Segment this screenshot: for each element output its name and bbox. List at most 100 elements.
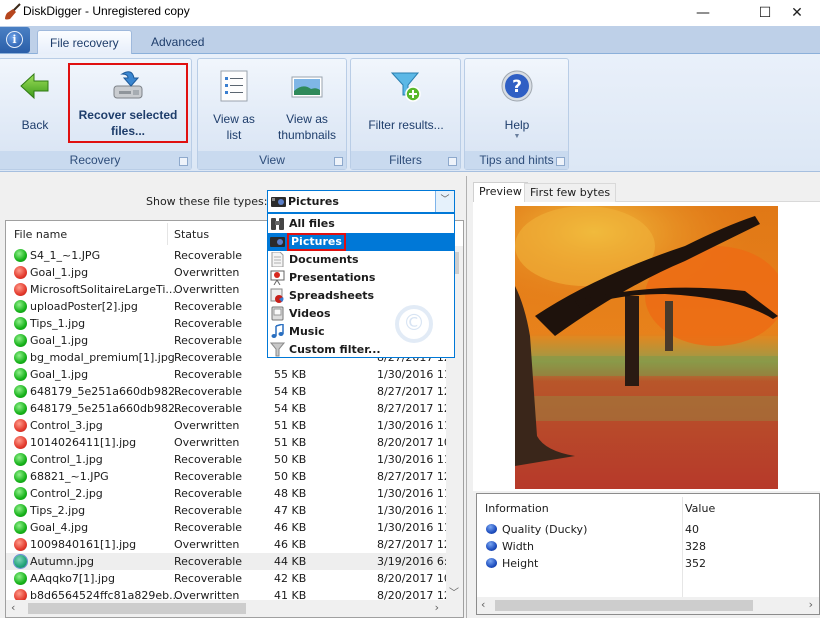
file-row[interactable]: 68821_~1.JPG Recoverable 50 KB 8/27/2017 12… bbox=[6, 468, 446, 485]
binoculars-icon bbox=[271, 218, 284, 230]
dialog-launcher-icon[interactable] bbox=[179, 157, 188, 166]
scroll-left-icon[interactable]: ‹ bbox=[481, 598, 485, 611]
preview-image bbox=[515, 206, 778, 489]
file-status: Recoverable bbox=[174, 555, 243, 568]
thumbnail-view-icon bbox=[291, 76, 323, 98]
help-dropdown-arrow-icon: ▼ bbox=[513, 133, 521, 140]
file-row[interactable]: Control_1.jpg Recoverable 50 KB 1/30/2016 1… bbox=[6, 451, 446, 468]
file-status: Recoverable bbox=[174, 504, 243, 517]
recoverable-status-icon bbox=[14, 555, 27, 568]
funnel-add-icon bbox=[390, 72, 421, 102]
recoverable-status-icon bbox=[14, 572, 27, 585]
scrollbar-thumb[interactable] bbox=[28, 603, 246, 614]
back-button[interactable]: Back bbox=[7, 59, 63, 151]
file-size: 50 KB bbox=[274, 470, 307, 483]
file-status: Recoverable bbox=[174, 385, 243, 398]
dropdown-option-custom-filter[interactable]: Custom filter... bbox=[268, 341, 454, 359]
file-row[interactable]: Tips_2.jpg Recoverable 47 KB 1/30/2016 11: bbox=[6, 502, 446, 519]
dropdown-option-videos[interactable]: Videos bbox=[268, 305, 454, 323]
tab-file-recovery[interactable]: File recovery bbox=[37, 30, 132, 55]
column-header-status[interactable]: Status bbox=[174, 228, 209, 241]
file-row[interactable]: 1009840161[1].jpg Overwritten 46 KB 8/27/20… bbox=[6, 536, 446, 553]
ribbon-group-filters: Filter results... Filters bbox=[350, 58, 461, 170]
file-status: Overwritten bbox=[174, 283, 240, 296]
filter-results-button[interactable]: Filter results... bbox=[355, 59, 457, 151]
file-type-dropdown-list: All files Pictures Documents Presentatio… bbox=[267, 213, 455, 358]
column-header-file-name[interactable]: File name bbox=[14, 228, 67, 241]
recoverable-status-icon bbox=[14, 368, 27, 381]
file-list-horizontal-scrollbar[interactable]: ‹ › bbox=[6, 600, 463, 617]
help-button[interactable]: ? Help ▼ bbox=[469, 59, 565, 151]
dialog-launcher-icon[interactable] bbox=[448, 157, 457, 166]
app-menu-button[interactable]: i bbox=[0, 27, 30, 53]
info-row[interactable]: Width 328 bbox=[477, 538, 817, 555]
file-row[interactable]: Control_3.jpg Overwritten 51 KB 1/30/2016 1… bbox=[6, 417, 446, 434]
file-date: 8/20/2017 10: bbox=[377, 436, 446, 449]
file-status: Recoverable bbox=[174, 317, 243, 330]
chevron-down-icon[interactable]: ﹀ bbox=[435, 191, 454, 212]
dialog-launcher-icon[interactable] bbox=[334, 157, 343, 166]
info-icon: i bbox=[6, 31, 23, 48]
file-name: 68821_~1.JPG bbox=[30, 470, 109, 483]
music-note-icon bbox=[271, 324, 284, 338]
info-row[interactable]: Height 352 bbox=[477, 555, 817, 572]
info-horizontal-scrollbar[interactable]: ‹ › bbox=[477, 597, 819, 614]
file-row[interactable]: Goal_1.jpg Recoverable 55 KB 1/30/2016 11: bbox=[6, 366, 446, 383]
help-label: Help bbox=[504, 118, 530, 132]
group-label-recovery: Recovery bbox=[0, 151, 191, 169]
recoverable-status-icon bbox=[14, 249, 27, 262]
file-row[interactable]: 1014026411[1].jpg Overwritten 51 KB 8/20/20… bbox=[6, 434, 446, 451]
file-status: Recoverable bbox=[174, 334, 243, 347]
file-status: Recoverable bbox=[174, 351, 243, 364]
file-status: Recoverable bbox=[174, 249, 243, 262]
scrollbar-thumb[interactable] bbox=[495, 600, 753, 611]
overwritten-status-icon bbox=[14, 419, 27, 432]
dropdown-option-all-files[interactable]: All files bbox=[268, 215, 454, 233]
file-row[interactable]: Control_2.jpg Recoverable 48 KB 1/30/2016 1… bbox=[6, 485, 446, 502]
dropdown-option-documents[interactable]: Documents bbox=[268, 251, 454, 269]
pane-splitter[interactable] bbox=[466, 176, 470, 618]
file-row[interactable]: 648179_5e251a660db982... Recoverable 54 KB… bbox=[6, 383, 446, 400]
file-type-select[interactable]: Pictures ﹀ bbox=[267, 190, 455, 213]
info-row[interactable]: Quality (Ducky) 40 bbox=[477, 521, 817, 538]
dropdown-option-spreadsheets[interactable]: Spreadsheets bbox=[268, 287, 454, 305]
file-row[interactable]: 648179_5e251a660db982... Recoverable 54 KB… bbox=[6, 400, 446, 417]
file-status: Recoverable bbox=[174, 402, 243, 415]
view-as-thumbnails-button[interactable]: View as thumbnails bbox=[270, 59, 344, 151]
dropdown-option-music[interactable]: Music bbox=[268, 323, 454, 341]
column-header-information[interactable]: Information bbox=[485, 502, 549, 515]
column-divider[interactable] bbox=[167, 223, 168, 245]
file-row[interactable]: Autumn.jpg Recoverable 44 KB 3/19/2016 6:2 bbox=[6, 553, 446, 570]
minimize-button[interactable]: — bbox=[680, 0, 726, 26]
file-row[interactable]: Goal_4.jpg Recoverable 46 KB 1/30/2016 11: bbox=[6, 519, 446, 536]
file-info-panel: Information Value Quality (Ducky) 40 Width… bbox=[476, 493, 820, 615]
recoverable-status-icon bbox=[14, 487, 27, 500]
file-name: Goal_4.jpg bbox=[30, 521, 89, 534]
recoverable-status-icon bbox=[14, 385, 27, 398]
recoverable-status-icon bbox=[14, 504, 27, 517]
scroll-down-icon[interactable]: ﹀ bbox=[449, 584, 459, 599]
spreadsheet-icon bbox=[270, 288, 284, 303]
scroll-right-icon[interactable]: › bbox=[809, 598, 813, 611]
file-date: 8/27/2017 12: bbox=[377, 538, 446, 551]
recover-line1: Recover selected bbox=[78, 108, 178, 122]
scroll-right-icon[interactable]: › bbox=[435, 601, 439, 614]
file-name: 648179_5e251a660db982... bbox=[30, 385, 186, 398]
view-as-list-button[interactable]: View as list bbox=[204, 59, 264, 151]
column-header-value[interactable]: Value bbox=[685, 502, 715, 515]
close-button[interactable]: ✕ bbox=[774, 0, 820, 26]
file-name: Goal_1.jpg bbox=[30, 266, 89, 279]
scroll-left-icon[interactable]: ‹ bbox=[11, 601, 15, 614]
dropdown-option-pictures[interactable]: Pictures bbox=[268, 233, 454, 251]
tab-advanced[interactable]: Advanced bbox=[139, 30, 216, 54]
file-type-filter-label: Show these file types: bbox=[146, 195, 268, 208]
tab-first-few-bytes[interactable]: First few bytes bbox=[524, 183, 617, 202]
dropdown-option-presentations[interactable]: Presentations bbox=[268, 269, 454, 287]
recover-selected-files-button[interactable]: Recover selected files... bbox=[68, 63, 188, 143]
file-row[interactable]: AAqqko7[1].jpg Recoverable 42 KB 8/20/2017 … bbox=[6, 570, 446, 587]
info-key: Height bbox=[502, 557, 539, 570]
close-icon: ✕ bbox=[791, 5, 803, 21]
file-size: 51 KB bbox=[274, 419, 307, 432]
tab-preview[interactable]: Preview bbox=[473, 182, 528, 202]
dialog-launcher-icon[interactable] bbox=[556, 157, 565, 166]
